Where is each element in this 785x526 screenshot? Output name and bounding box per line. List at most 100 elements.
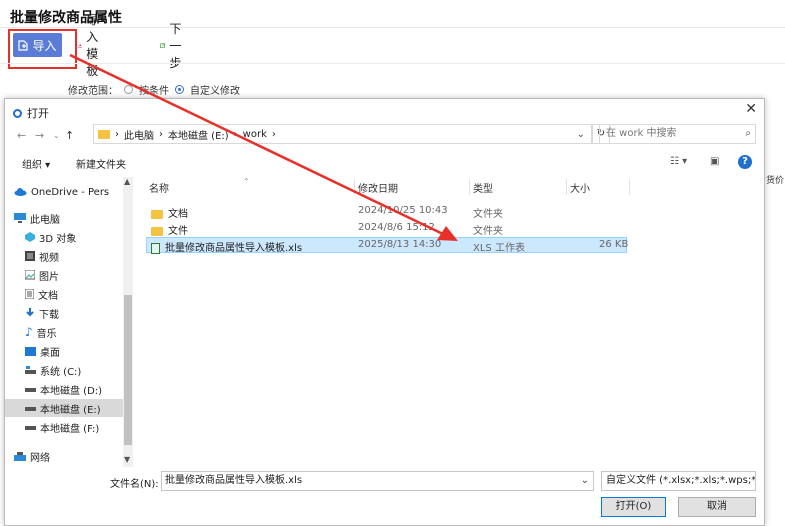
download-icon	[78, 43, 83, 48]
nav-item-label: 图片	[39, 271, 59, 283]
search-placeholder: 在 work 中搜索	[606, 128, 677, 139]
address-bar[interactable]: › 此电脑 › 本地磁盘 (E:) › work › ⌄	[93, 124, 592, 144]
column-separator[interactable]	[354, 179, 355, 195]
up-arrow-icon[interactable]: ↑	[65, 129, 74, 142]
nav-item-3d-objects[interactable]: 3D 对象	[25, 228, 76, 246]
search-input[interactable]: 在 work 中搜索 ⌕	[599, 124, 756, 144]
nav-item-label: 此电脑	[30, 214, 60, 226]
radio-custom[interactable]	[175, 85, 184, 94]
divider	[0, 63, 785, 64]
file-name-cell: 批量修改商品属性导入模板.xls	[151, 239, 302, 254]
column-header-size[interactable]: 大小	[570, 177, 590, 197]
next-step-button[interactable]: 下一步	[160, 22, 187, 70]
nav-item-this-pc[interactable]: 此电脑	[14, 209, 60, 227]
nav-item-videos[interactable]: 视频	[25, 247, 59, 265]
video-icon	[25, 251, 35, 261]
network-icon	[14, 451, 26, 461]
breadcrumb-item[interactable]: 本地磁盘 (E:)	[168, 127, 229, 142]
edit-icon	[160, 42, 166, 48]
navigation-bar: ← → ⌄ ↑ › 此电脑 › 本地磁盘 (E:) › work › ⌄ ↻ 在…	[5, 123, 764, 149]
help-icon[interactable]: ?	[738, 155, 752, 169]
column-header-type[interactable]: 类型	[473, 177, 493, 197]
chevron-right-icon: ›	[159, 128, 163, 140]
chevron-up-icon[interactable]: ▲	[124, 177, 130, 186]
import-template-button[interactable]: 导入模板	[78, 13, 105, 78]
nav-item-label: 文档	[38, 290, 58, 302]
breadcrumb-item[interactable]: work	[243, 129, 267, 140]
chevron-right-icon: ›	[115, 128, 119, 140]
nav-item-label: 网络	[30, 452, 50, 464]
sort-arrow-icon: ⌃	[243, 176, 250, 186]
nav-item-desktop[interactable]: 桌面	[25, 342, 60, 360]
scrollbar-thumb[interactable]	[124, 295, 132, 445]
organize-menu[interactable]: 组织 ▾	[22, 156, 50, 171]
file-name-cell: 文件	[151, 222, 188, 237]
nav-item-music[interactable]: ♪ 音乐	[25, 323, 57, 341]
column-header-name[interactable]: 名称	[149, 177, 169, 197]
forward-arrow-icon[interactable]: →	[35, 129, 44, 142]
nav-item-label: 下载	[39, 309, 59, 321]
column-separator[interactable]	[469, 179, 470, 195]
navigation-pane: OneDrive - Pers 此电脑 3D 对象 视频 图片 文档 下载 ♪	[5, 177, 133, 467]
cancel-button[interactable]: 取消	[678, 497, 756, 517]
nav-item-drive-f[interactable]: 本地磁盘 (F:)	[25, 418, 99, 436]
new-folder-button[interactable]: 新建文件夹	[76, 156, 126, 171]
chevron-right-icon: ›	[233, 128, 238, 140]
dialog-titlebar: 打开	[13, 105, 49, 121]
nav-item-network[interactable]: 网络	[14, 447, 50, 465]
nav-item-label: 本地磁盘 (F:)	[40, 423, 100, 435]
nav-item-system-c[interactable]: 系统 (C:)	[25, 361, 81, 379]
column-header-date[interactable]: 修改日期	[358, 177, 398, 197]
nav-item-label: 视频	[39, 252, 59, 264]
nav-item-label: OneDrive - Pers	[31, 186, 110, 198]
modify-scope: 修改范围： 按条件 自定义修改	[68, 82, 240, 97]
file-date: 2025/8/13 14:30	[358, 239, 442, 250]
chevron-down-icon[interactable]: ⌄	[581, 472, 589, 490]
app-icon	[13, 108, 22, 118]
nav-pane-scrollbar[interactable]: ▲ ▼	[123, 177, 133, 467]
cloud-icon	[14, 188, 27, 196]
file-name: 文件	[168, 226, 188, 237]
download-icon	[26, 308, 34, 317]
open-file-dialog: 打开 ✕ ← → ⌄ ↑ › 此电脑 › 本地磁盘 (E:) › work › …	[4, 98, 765, 526]
nav-item-documents[interactable]: 文档	[25, 285, 58, 303]
view-options-icon[interactable]: ☷ ▾	[670, 156, 687, 167]
desktop-icon	[25, 346, 36, 356]
chevron-down-icon[interactable]: ▼	[124, 455, 130, 464]
chevron-down-icon[interactable]: ⌄	[577, 129, 585, 140]
nav-item-label: 系统 (C:)	[40, 366, 82, 378]
file-row-selected[interactable]: 批量修改商品属性导入模板.xls 2025/8/13 14:30 XLS 工作表…	[146, 237, 628, 254]
command-bar: 组织 ▾ 新建文件夹 ☷ ▾ ▣ ?	[5, 153, 764, 175]
folder-icon	[151, 209, 163, 219]
filename-input[interactable]: 批量修改商品属性导入模板.xls ⌄	[161, 471, 594, 491]
back-arrow-icon[interactable]: ←	[17, 129, 26, 142]
scope-label: 修改范围：	[68, 86, 118, 97]
chevron-down-icon[interactable]: ⌄	[53, 131, 60, 140]
divider	[0, 27, 785, 28]
column-separator[interactable]	[566, 179, 567, 195]
nav-item-drive-e[interactable]: 本地磁盘 (E:)	[5, 399, 123, 417]
file-date: 2024/8/6 15:12	[358, 222, 435, 233]
nav-item-drive-d[interactable]: 本地磁盘 (D:)	[25, 380, 102, 398]
breadcrumb-item[interactable]: 此电脑	[124, 127, 154, 142]
radio-custom-label: 自定义修改	[190, 86, 240, 97]
document-icon	[25, 289, 34, 299]
nav-item-pictures[interactable]: 图片	[25, 266, 59, 284]
filename-value: 批量修改商品属性导入模板.xls	[165, 475, 303, 486]
radio-by-condition[interactable]	[124, 85, 133, 94]
nav-item-onedrive[interactable]: OneDrive - Pers	[14, 183, 109, 201]
file-row[interactable]: 文档 2024/10/25 10:43 文件夹	[146, 203, 627, 220]
nav-item-downloads[interactable]: 下载	[25, 304, 59, 322]
import-template-label: 导入模板	[86, 13, 99, 78]
file-row[interactable]: 文件 2024/8/6 15:12 文件夹	[146, 220, 627, 237]
drive-icon	[25, 426, 36, 430]
file-name: 批量修改商品属性导入模板.xls	[165, 243, 303, 254]
open-button[interactable]: 打开(O)	[601, 497, 666, 517]
nav-item-label: 本地磁盘 (E:)	[40, 404, 101, 416]
filter-value: 自定义文件 (*.xlsx;*.xls;*.wps;*	[606, 475, 756, 486]
close-icon[interactable]: ✕	[745, 101, 757, 117]
file-type-filter[interactable]: 自定义文件 (*.xlsx;*.xls;*.wps;*	[601, 471, 756, 491]
nav-item-label: 桌面	[40, 347, 60, 359]
column-separator[interactable]	[629, 179, 630, 195]
preview-pane-icon[interactable]: ▣	[710, 156, 719, 167]
